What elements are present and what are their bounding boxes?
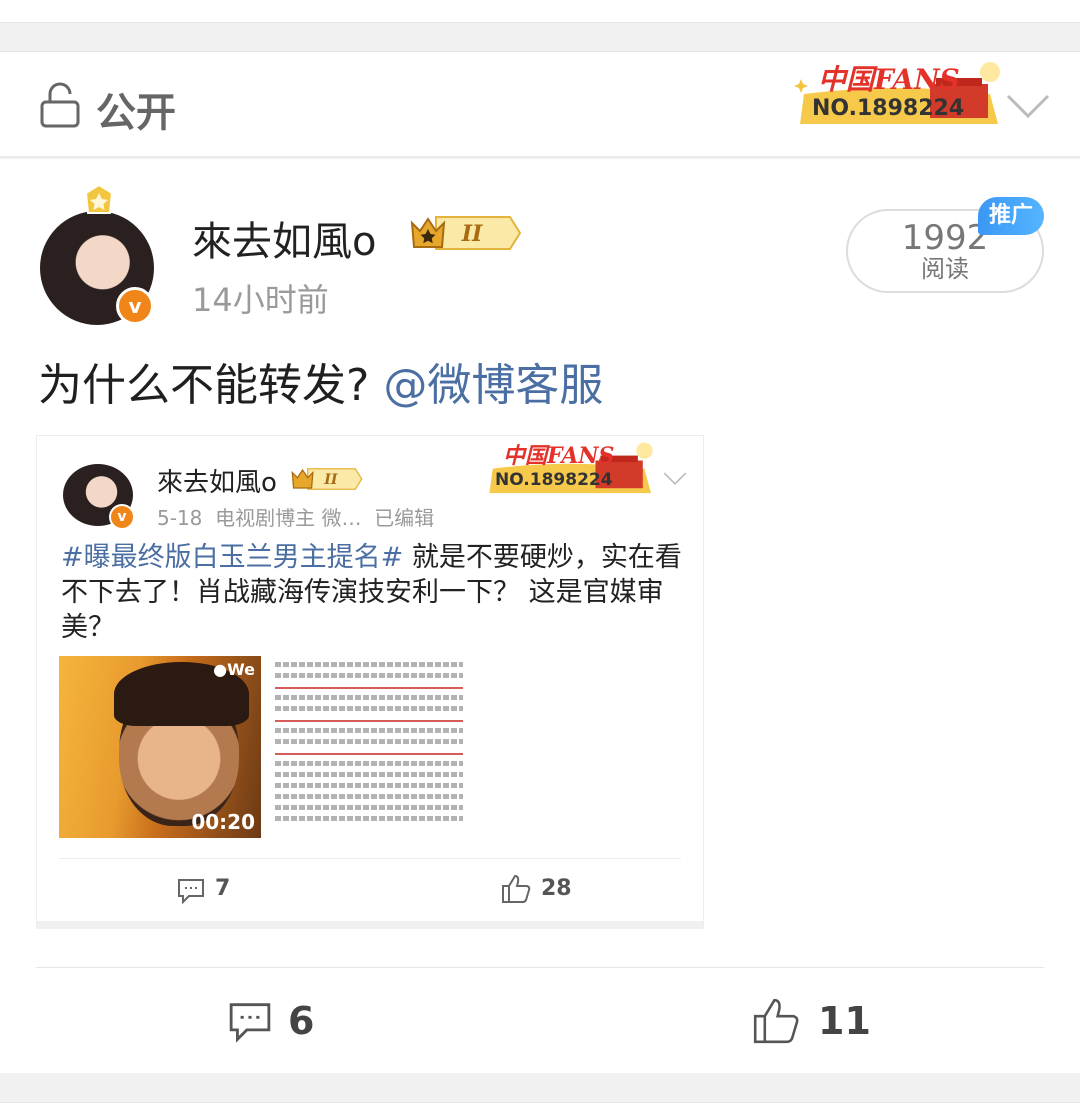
like-count[interactable]: 11 bbox=[818, 999, 871, 1043]
repost-badge-number: NO.1898224 bbox=[495, 470, 613, 490]
video-thumbnail[interactable]: ●We 00:20 bbox=[59, 656, 261, 838]
verified-badge: v bbox=[116, 287, 154, 325]
repost-level-badge: II bbox=[291, 468, 363, 490]
doc-line bbox=[275, 739, 463, 744]
doc-line bbox=[275, 662, 463, 667]
post-card: v 來去如風o II 14小时前 1992 阅读 推广 为什么不能转发? @微博… bbox=[0, 159, 1080, 1073]
doc-line bbox=[275, 772, 463, 777]
lock-icon bbox=[40, 82, 80, 128]
mention-link[interactable]: @微博客服 bbox=[383, 360, 603, 411]
hashtag-link[interactable]: #曝最终版白玉兰男主提名# bbox=[61, 542, 403, 573]
post-divider bbox=[36, 967, 1044, 968]
repost-source: 电视剧博主 微… bbox=[215, 506, 362, 530]
doc-line-underlined bbox=[275, 717, 463, 722]
doc-line bbox=[275, 783, 463, 788]
level-label: II bbox=[461, 221, 483, 247]
visibility-label: 公开 bbox=[96, 90, 176, 136]
comment-icon[interactable] bbox=[177, 878, 205, 904]
weibo-watermark: ●We bbox=[213, 660, 255, 679]
repost-level-label: II bbox=[323, 472, 338, 488]
thumbs-up-icon[interactable] bbox=[752, 997, 800, 1045]
repost-verified-badge: v bbox=[109, 504, 135, 530]
comment-count[interactable]: 6 bbox=[288, 999, 314, 1043]
video-duration: 00:20 bbox=[191, 810, 255, 834]
doc-line bbox=[275, 706, 463, 711]
doc-line-underlined bbox=[275, 684, 463, 689]
promo-tag[interactable]: 推广 bbox=[978, 197, 1044, 235]
card-separator bbox=[0, 22, 1080, 52]
repost-like-count[interactable]: 28 bbox=[541, 876, 572, 901]
doc-line bbox=[275, 794, 463, 799]
visibility-row[interactable]: 公开 中国FANS NO.1898224 bbox=[0, 52, 1080, 158]
comment-icon[interactable] bbox=[228, 1001, 272, 1043]
repost-comment-count[interactable]: 7 bbox=[215, 876, 230, 901]
doc-line bbox=[275, 673, 463, 678]
badge-title: 中国FANS bbox=[818, 63, 960, 96]
doc-line bbox=[275, 816, 463, 821]
fans-badge[interactable]: 中国FANS NO.1898224 bbox=[790, 54, 1010, 130]
author-name[interactable]: 來去如風o bbox=[192, 209, 376, 267]
repost-date: 5-18 bbox=[157, 506, 203, 530]
repost-divider bbox=[59, 858, 681, 859]
thumbs-up-icon[interactable] bbox=[501, 874, 531, 904]
document-image[interactable] bbox=[267, 656, 471, 838]
next-card-edge bbox=[0, 1102, 1080, 1116]
doc-line-underlined bbox=[275, 750, 463, 755]
doc-line bbox=[275, 805, 463, 810]
read-label: 阅读 bbox=[921, 255, 969, 283]
top-gap bbox=[0, 0, 1080, 22]
doc-line bbox=[275, 761, 463, 766]
post-text: 为什么不能转发? @微博客服 bbox=[38, 349, 603, 413]
repost-meta: 5-18 电视剧博主 微… 已编辑 bbox=[157, 502, 434, 531]
member-level-badge: II bbox=[410, 216, 522, 250]
repost-chevron-down-icon[interactable] bbox=[663, 472, 687, 486]
repost-fans-badge[interactable]: 中国FANS NO.1898224 bbox=[481, 436, 661, 498]
post-body: 为什么不能转发? bbox=[38, 360, 370, 411]
repost-edited: 已编辑 bbox=[374, 506, 435, 530]
post-time: 14小时前 bbox=[192, 281, 329, 319]
repost-text: #曝最终版白玉兰男主提名# 就是不要硬炒，实在看不下去了！肖战藏海传演技安利一下… bbox=[61, 540, 691, 645]
repost-badge-title: 中国FANS bbox=[503, 443, 615, 469]
repost-card[interactable]: v 來去如風o II 中国FANS NO.1898224 5-18 电视剧博主 … bbox=[36, 435, 704, 929]
doc-line bbox=[275, 728, 463, 733]
doc-line bbox=[275, 695, 463, 700]
repost-media[interactable]: ●We 00:20 bbox=[59, 656, 471, 838]
repost-author-name[interactable]: 來去如風o bbox=[157, 462, 277, 499]
crown-icon bbox=[84, 183, 114, 214]
badge-number: NO.1898224 bbox=[812, 96, 965, 121]
chevron-down-icon[interactable] bbox=[1006, 94, 1050, 120]
